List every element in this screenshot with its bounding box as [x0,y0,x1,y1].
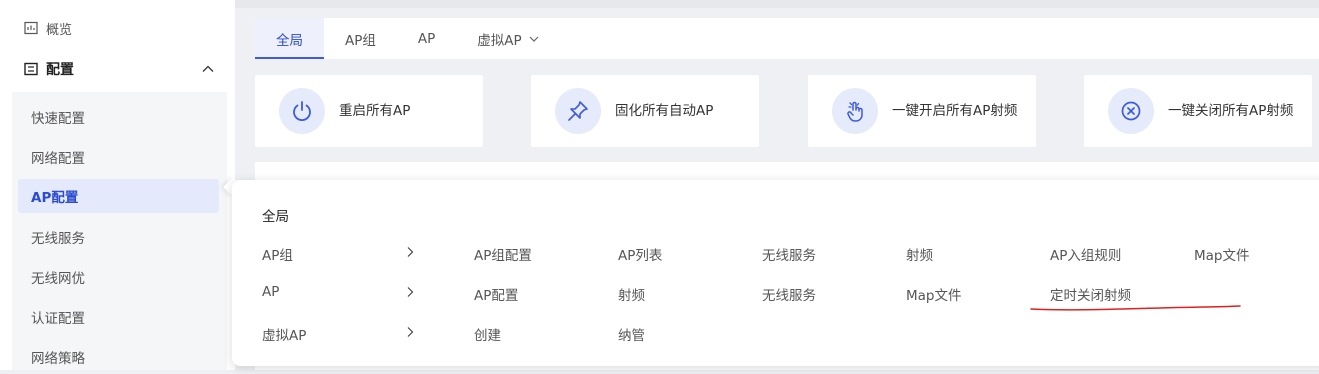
sidebar-item-label: 无线服务 [31,231,85,247]
chevron-right-icon[interactable] [404,286,416,298]
sidebar-item-label: AP配置 [31,190,79,206]
action-label: 一键开启所有AP射频 [892,102,1018,119]
solidify-auto-ap-card[interactable]: 固化所有自动AP [531,75,759,147]
menu-title-global[interactable]: 全局 [262,205,289,225]
red-underline-annotation [1030,305,1241,311]
menu-link-ap-config[interactable]: AP配置 [474,284,518,304]
chevron-right-icon[interactable] [404,326,416,338]
restart-all-ap-card[interactable]: 重启所有AP [255,75,483,147]
menu-link-ap-group-rules[interactable]: AP入组规则 [1050,244,1121,264]
sidebar-item-wireless-service[interactable]: 无线服务 [18,220,219,254]
action-label: 一键关闭所有AP射频 [1168,102,1294,119]
menu-link-map-file[interactable]: Map文件 [906,284,962,304]
power-icon [279,88,325,134]
sidebar-item-quick-config[interactable]: 快速配置 [18,100,219,134]
tab-label: AP [417,30,436,47]
menu-link-create[interactable]: 创建 [474,324,501,344]
menu-link-map-file[interactable]: Map文件 [1194,244,1250,264]
sidebar-item-label: 网络策略 [31,351,85,367]
tab-ap-group[interactable]: AP组 [324,18,397,59]
sidebar-item-network-policy[interactable]: 网络策略 [18,340,219,374]
sidebar-group-config[interactable]: 配置 [0,54,235,84]
chart-icon [24,21,38,35]
tab-label: AP组 [345,32,376,49]
menu-link-radio[interactable]: 射频 [618,284,645,304]
sidebar-overview-label: 概览 [46,22,73,38]
sidebar-item-label: 网络配置 [31,151,85,167]
config-icon [24,62,38,76]
sidebar-item-label: 认证配置 [31,311,85,327]
action-label: 重启所有AP [339,102,411,119]
top-strip [235,0,1319,8]
menu-link-adopt[interactable]: 纳管 [618,324,645,344]
chevron-right-icon[interactable] [404,246,416,258]
tab-global[interactable]: 全局 [255,18,324,59]
sidebar-item-auth-config[interactable]: 认证配置 [18,300,219,334]
menu-row-ap[interactable]: AP [262,284,279,300]
sidebar-item-label: 快速配置 [31,111,85,127]
close-circle-icon [1108,88,1154,134]
tab-bar: 全局 AP组 AP 虚拟AP [255,18,1319,59]
pin-icon [555,88,601,134]
chevron-up-icon[interactable] [201,62,215,76]
sidebar-item-label: 无线网优 [31,271,85,287]
menu-link-wireless-service[interactable]: 无线服务 [762,284,816,304]
sidebar-item-ap-config[interactable]: AP配置 [18,179,219,213]
enable-all-radio-card[interactable]: 一键开启所有AP射频 [808,75,1036,147]
tab-label: 全局 [276,32,303,49]
tab-ap[interactable]: AP [397,18,456,59]
sidebar: 概览 配置 快速配置 网络配置 AP配置 无线服务 无线网优 认证配置 网络策略 [0,0,235,370]
sidebar-submenu: 快速配置 网络配置 AP配置 无线服务 无线网优 认证配置 网络策略 [12,92,227,370]
menu-row-ap-group[interactable]: AP组 [262,244,293,264]
tab-label: 虚拟AP [477,32,522,49]
menu-link-scheduled-radio-off[interactable]: 定时关闭射频 [1050,284,1131,304]
disable-all-radio-card[interactable]: 一键关闭所有AP射频 [1084,75,1312,147]
chevron-down-icon [528,33,540,45]
menu-link-ap-list[interactable]: AP列表 [618,244,662,264]
menu-row-virtual-ap[interactable]: 虚拟AP [262,324,306,344]
menu-link-wireless-service[interactable]: 无线服务 [762,244,816,264]
sidebar-item-wireless-optimization[interactable]: 无线网优 [18,260,219,294]
nav-popover [232,180,1319,366]
menu-link-ap-group-config[interactable]: AP组配置 [474,244,532,264]
action-label: 固化所有自动AP [615,102,714,119]
sidebar-item-network-config[interactable]: 网络配置 [18,140,219,174]
sidebar-group-label: 配置 [46,62,74,78]
sidebar-item-overview[interactable]: 概览 [0,14,235,42]
tab-virtual-ap[interactable]: 虚拟AP [456,18,560,59]
tap-hand-icon [832,88,878,134]
menu-link-radio[interactable]: 射频 [906,244,933,264]
